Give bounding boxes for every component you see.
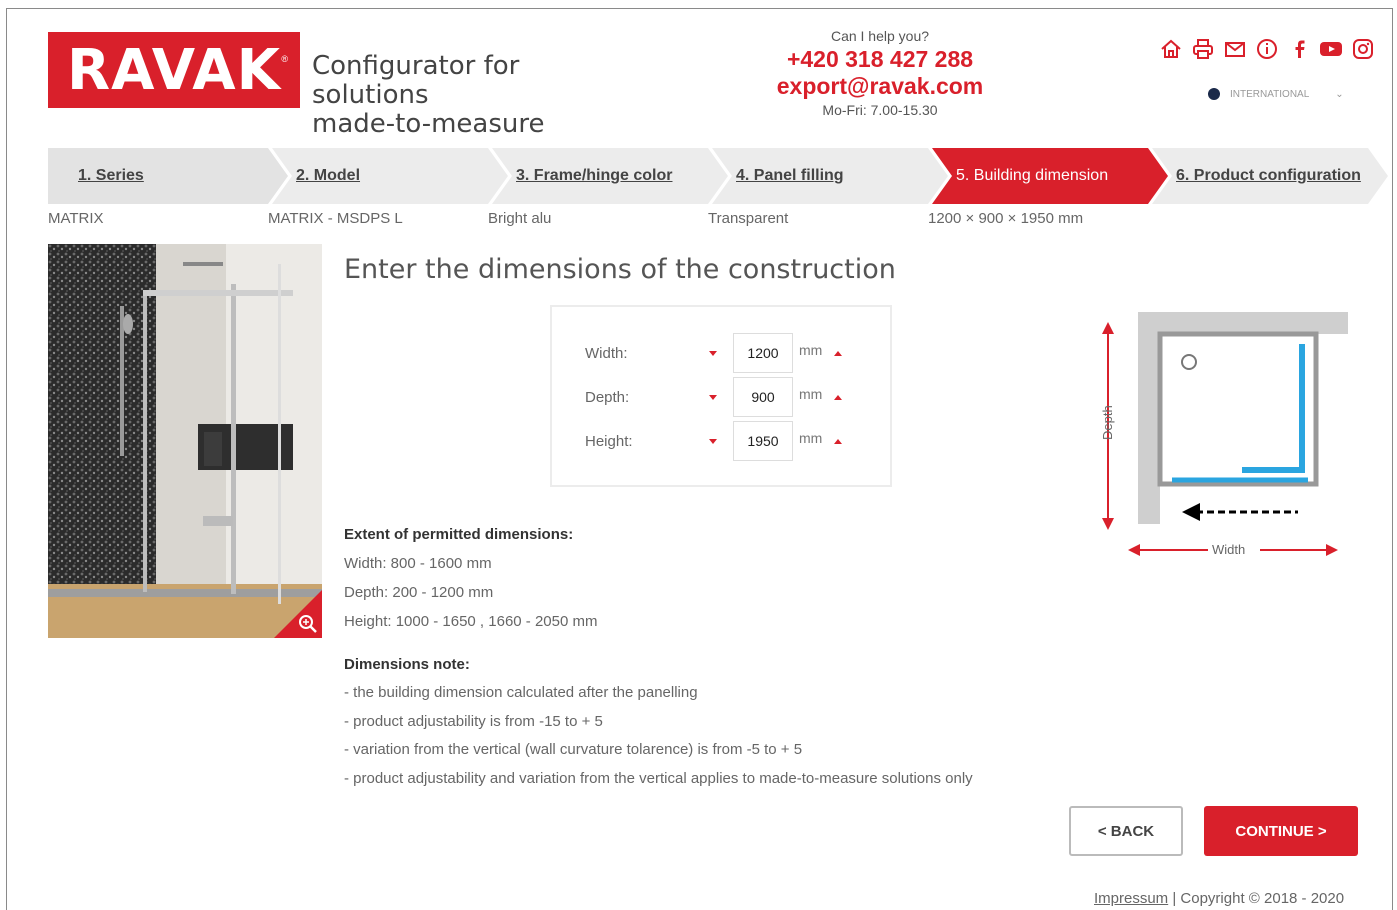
footer: Impressum | Copyright © 2018 - 2020 [1094,890,1344,907]
note-item: - the building dimension calculated afte… [344,684,698,701]
shower-floorplan [1102,312,1348,556]
selected-model: MATRIX - MSDPS L [268,210,403,227]
mail-icon[interactable] [1222,36,1247,61]
depth-input[interactable] [733,377,793,417]
app-tagline: Configurator for solutions made-to-measu… [312,52,632,139]
social-toolbar [1158,36,1375,61]
contact-block: Can I help you? +420 318 427 288 export@… [770,28,990,118]
step-frame-color-label: 3. Frame/hinge color [516,167,673,184]
width-label: Width: [585,344,628,362]
selected-dimension: 1200 × 900 × 1950 mm [928,210,1084,227]
depth-unit: mm [799,386,823,402]
ravak-logo[interactable]: RAVAK ® [48,32,300,108]
zoom-icon[interactable] [298,614,318,634]
step-navigation: 1. Series 2. Model 3. Frame/hinge color … [48,148,1388,204]
shower-illustration [48,244,322,638]
step-panel-filling-label: 4. Panel filling [736,167,844,184]
office-hours: Mo-Fri: 7.00-15.30 [822,102,938,118]
tagline-line-1: Configurator for solutions [312,51,520,110]
step-building-dimension[interactable]: 5. Building dimension [956,148,1108,204]
note-item: - product adjustability and variation fr… [344,770,973,787]
width-input[interactable] [733,333,793,373]
dimension-diagram: Depth Width [1090,310,1360,570]
instagram-icon[interactable] [1350,36,1375,61]
continue-button[interactable]: CONTINUE > [1204,806,1358,856]
email-link[interactable]: export@ravak.com [770,73,990,100]
print-icon[interactable] [1190,36,1215,61]
step-product-configuration[interactable]: 6. Product configuration [1176,148,1361,204]
facebook-icon[interactable] [1286,36,1311,61]
page-title: Enter the dimensions of the construction [344,254,896,285]
step-series-label: 1. Series [78,167,144,184]
depth-decrease-icon[interactable] [709,394,717,400]
selected-series: MATRIX [48,210,104,227]
selected-frame-color: Bright alu [488,210,552,227]
copyright-text: | Copyright © 2018 - 2020 [1168,890,1345,907]
phone-link[interactable]: +420 318 427 288 [770,46,990,73]
diagram-width-label: Width [1212,542,1246,557]
chevron-down-icon: ⌄ [1335,88,1344,100]
permitted-height: Height: 1000 - 1650 , 1660 - 2050 mm [344,613,598,630]
height-decrease-icon[interactable] [709,438,717,444]
permitted-width: Width: 800 - 1600 mm [344,555,492,572]
width-unit: mm [799,342,823,358]
note-item: - product adjustability is from -15 to +… [344,713,603,730]
permitted-title: Extent of permitted dimensions: [344,526,574,543]
depth-label: Depth: [585,388,630,406]
language-selected: INTERNATIONAL [1230,88,1310,100]
selected-panel-filling: Transparent [708,210,789,227]
product-photo[interactable] [48,244,322,638]
step-building-dimension-label: 5. Building dimension [956,167,1109,184]
language-selector[interactable]: INTERNATIONAL ⌄ [1208,88,1344,100]
impressum-link[interactable]: Impressum [1094,890,1168,907]
step-panel-filling[interactable]: 4. Panel filling [736,148,844,204]
height-unit: mm [799,430,823,446]
globe-icon [1208,88,1220,100]
home-icon[interactable] [1158,36,1183,61]
youtube-icon[interactable] [1318,36,1343,61]
depth-row: Depth: mm [585,377,885,417]
step-frame-color[interactable]: 3. Frame/hinge color [516,148,672,204]
note-item: - variation from the vertical (wall curv… [344,741,803,758]
registered-mark: ® [281,54,288,64]
diagram-depth-label: Depth [1100,405,1115,440]
height-increase-icon[interactable] [834,438,843,444]
notes-title: Dimensions note: [344,656,470,673]
step-series[interactable]: 1. Series [78,148,144,204]
tagline-line-2: made-to-measure [312,109,545,139]
height-row: Height: mm [585,421,885,461]
width-increase-icon[interactable] [834,350,843,356]
depth-increase-icon[interactable] [834,394,843,400]
logo-text: RAVAK [67,37,281,103]
help-question: Can I help you? [830,28,930,44]
permitted-depth: Depth: 200 - 1200 mm [344,584,494,601]
width-row: Width: mm [585,333,885,373]
step-model[interactable]: 2. Model [296,148,360,204]
step-product-configuration-label: 6. Product configuration [1176,167,1361,184]
step-model-label: 2. Model [296,167,361,184]
height-label: Height: [585,432,633,450]
back-button[interactable]: < BACK [1069,806,1183,856]
dimensions-form: Width: mm Depth: mm Height: mm [550,305,892,487]
info-icon[interactable] [1254,36,1279,61]
width-decrease-icon[interactable] [709,350,717,356]
height-input[interactable] [733,421,793,461]
